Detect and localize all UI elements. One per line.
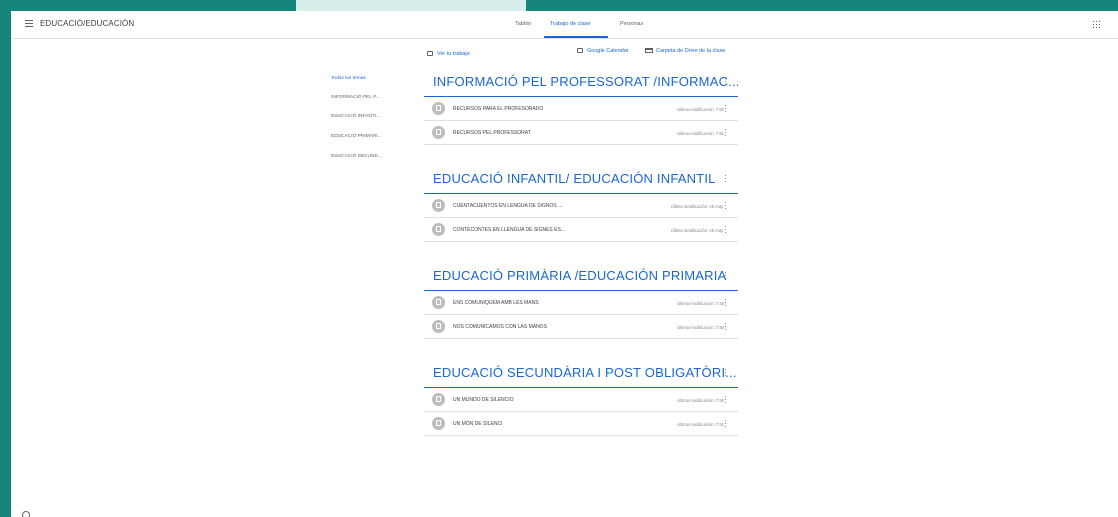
material-icon (432, 102, 445, 115)
assignment-icon (427, 51, 433, 56)
more-options-icon[interactable] (724, 321, 728, 333)
more-options-icon[interactable] (724, 297, 728, 309)
list-item[interactable]: RECURSOS PEL PROFESSORAT Última modifica… (424, 121, 738, 145)
material-icon (432, 199, 445, 212)
more-options-icon[interactable] (724, 127, 728, 139)
more-options-icon[interactable] (724, 394, 728, 406)
more-options-icon[interactable] (724, 224, 728, 236)
item-modified: Última modificación: 25 may. (670, 204, 724, 209)
tab-bar: Tablón Trabajo de clase Personas (11, 11, 1118, 39)
material-icon (432, 393, 445, 406)
item-modified: Última modificación: 25 may. (670, 228, 724, 233)
nav-item-topic[interactable]: EDUCACIÓ SECUND... (331, 154, 382, 159)
item-modified: Última modificación: 7:51 (677, 131, 724, 136)
topic-more-options-icon[interactable] (724, 367, 728, 379)
google-apps-icon[interactable] (1093, 21, 1100, 28)
item-modified: Última modificación: 7:50 (677, 107, 724, 112)
tab-people[interactable]: Personas (620, 21, 643, 27)
item-modified: Última modificación: 7:50 (677, 398, 724, 403)
list-item[interactable]: CUENTACUENTOS EN LENGUA DE SIGNOS ... Úl… (424, 194, 738, 218)
item-modified: Última modificación: 7:45 (677, 301, 724, 306)
nav-item-all-topics[interactable]: Todos los temas (331, 76, 366, 81)
view-your-work-link[interactable]: Ver tu trabajo (437, 51, 470, 57)
drive-folder-link[interactable]: Carpeta de Drive de la clase (656, 48, 725, 54)
material-icon (432, 320, 445, 333)
material-icon (432, 223, 445, 236)
top-bar: EDUCACIÓ/EDUCACIÓN Tablón Trabajo de cla… (11, 11, 1118, 39)
topic-title: EDUCACIÓ PRIMÀRIA /EDUCACIÓN PRIMARIA (433, 268, 727, 283)
list-item[interactable]: ENS COMUNIQUEM AMB LES MANS Última modif… (424, 291, 738, 315)
material-icon (432, 417, 445, 430)
item-title: RECURSOS PEL PROFESSORAT (453, 130, 531, 136)
topic-more-options-icon[interactable] (724, 270, 728, 282)
item-modified: Última modificación: 7:51 (677, 422, 724, 427)
calendar-icon (577, 48, 583, 53)
topic-more-options-icon[interactable] (724, 76, 728, 88)
tab-classwork[interactable]: Trabajo de clase (550, 21, 590, 27)
app-window: EDUCACIÓ/EDUCACIÓN Tablón Trabajo de cla… (11, 11, 1118, 517)
help-icon[interactable] (22, 511, 30, 517)
topic-title: EDUCACIÓ INFANTIL/ EDUCACIÓN INFANTIL (433, 171, 716, 186)
list-item[interactable]: RECURSOS PARA EL PROFESORADO Última modi… (424, 97, 738, 121)
folder-icon (645, 48, 653, 53)
topic-more-options-icon[interactable] (724, 173, 728, 185)
item-title: RECURSOS PARA EL PROFESORADO (453, 106, 544, 112)
material-icon (432, 126, 445, 139)
list-item[interactable]: CONTECONTES EN LLENGUA DE SIGNES ES... Ú… (424, 218, 738, 242)
item-modified: Última modificación: 7:50 (677, 325, 724, 330)
nav-item-topic[interactable]: EDUCACIÓ PRIMÀRI... (331, 134, 382, 139)
more-options-icon[interactable] (724, 103, 728, 115)
google-calendar-link[interactable]: Google Calendar (587, 48, 629, 54)
item-title: UN MÓN DE SILENCI (453, 421, 503, 427)
item-title: UN MUNDO DE SILENCIO (453, 397, 514, 403)
item-title: ENS COMUNIQUEM AMB LES MANS (453, 300, 539, 306)
list-item[interactable]: NOS COMUNICAMOS CON LAS MANOS Última mod… (424, 315, 738, 339)
topic-title: EDUCACIÓ SECUNDÀRIA I POST OBLIGATÒRI... (433, 365, 737, 380)
item-title: NOS COMUNICAMOS CON LAS MANOS (453, 324, 547, 330)
list-item[interactable]: UN MUNDO DE SILENCIO Última modificación… (424, 388, 738, 412)
item-title: CONTECONTES EN LLENGUA DE SIGNES ES... (453, 227, 565, 233)
topic-title: INFORMACIÓ PEL PROFESSORAT /INFORMAC... (433, 74, 740, 89)
active-tab-indicator (544, 36, 608, 38)
more-options-icon[interactable] (724, 418, 728, 430)
material-icon (432, 296, 445, 309)
nav-item-topic[interactable]: INFORMACIÓ PEL P... (331, 95, 380, 100)
tab-stream[interactable]: Tablón (515, 21, 531, 27)
item-title: CUENTACUENTOS EN LENGUA DE SIGNOS ... (453, 203, 563, 209)
list-item[interactable]: UN MÓN DE SILENCI Última modificación: 7… (424, 412, 738, 436)
more-options-icon[interactable] (724, 200, 728, 212)
nav-item-topic[interactable]: EDUCACIÓ INFANTI... (331, 114, 380, 119)
